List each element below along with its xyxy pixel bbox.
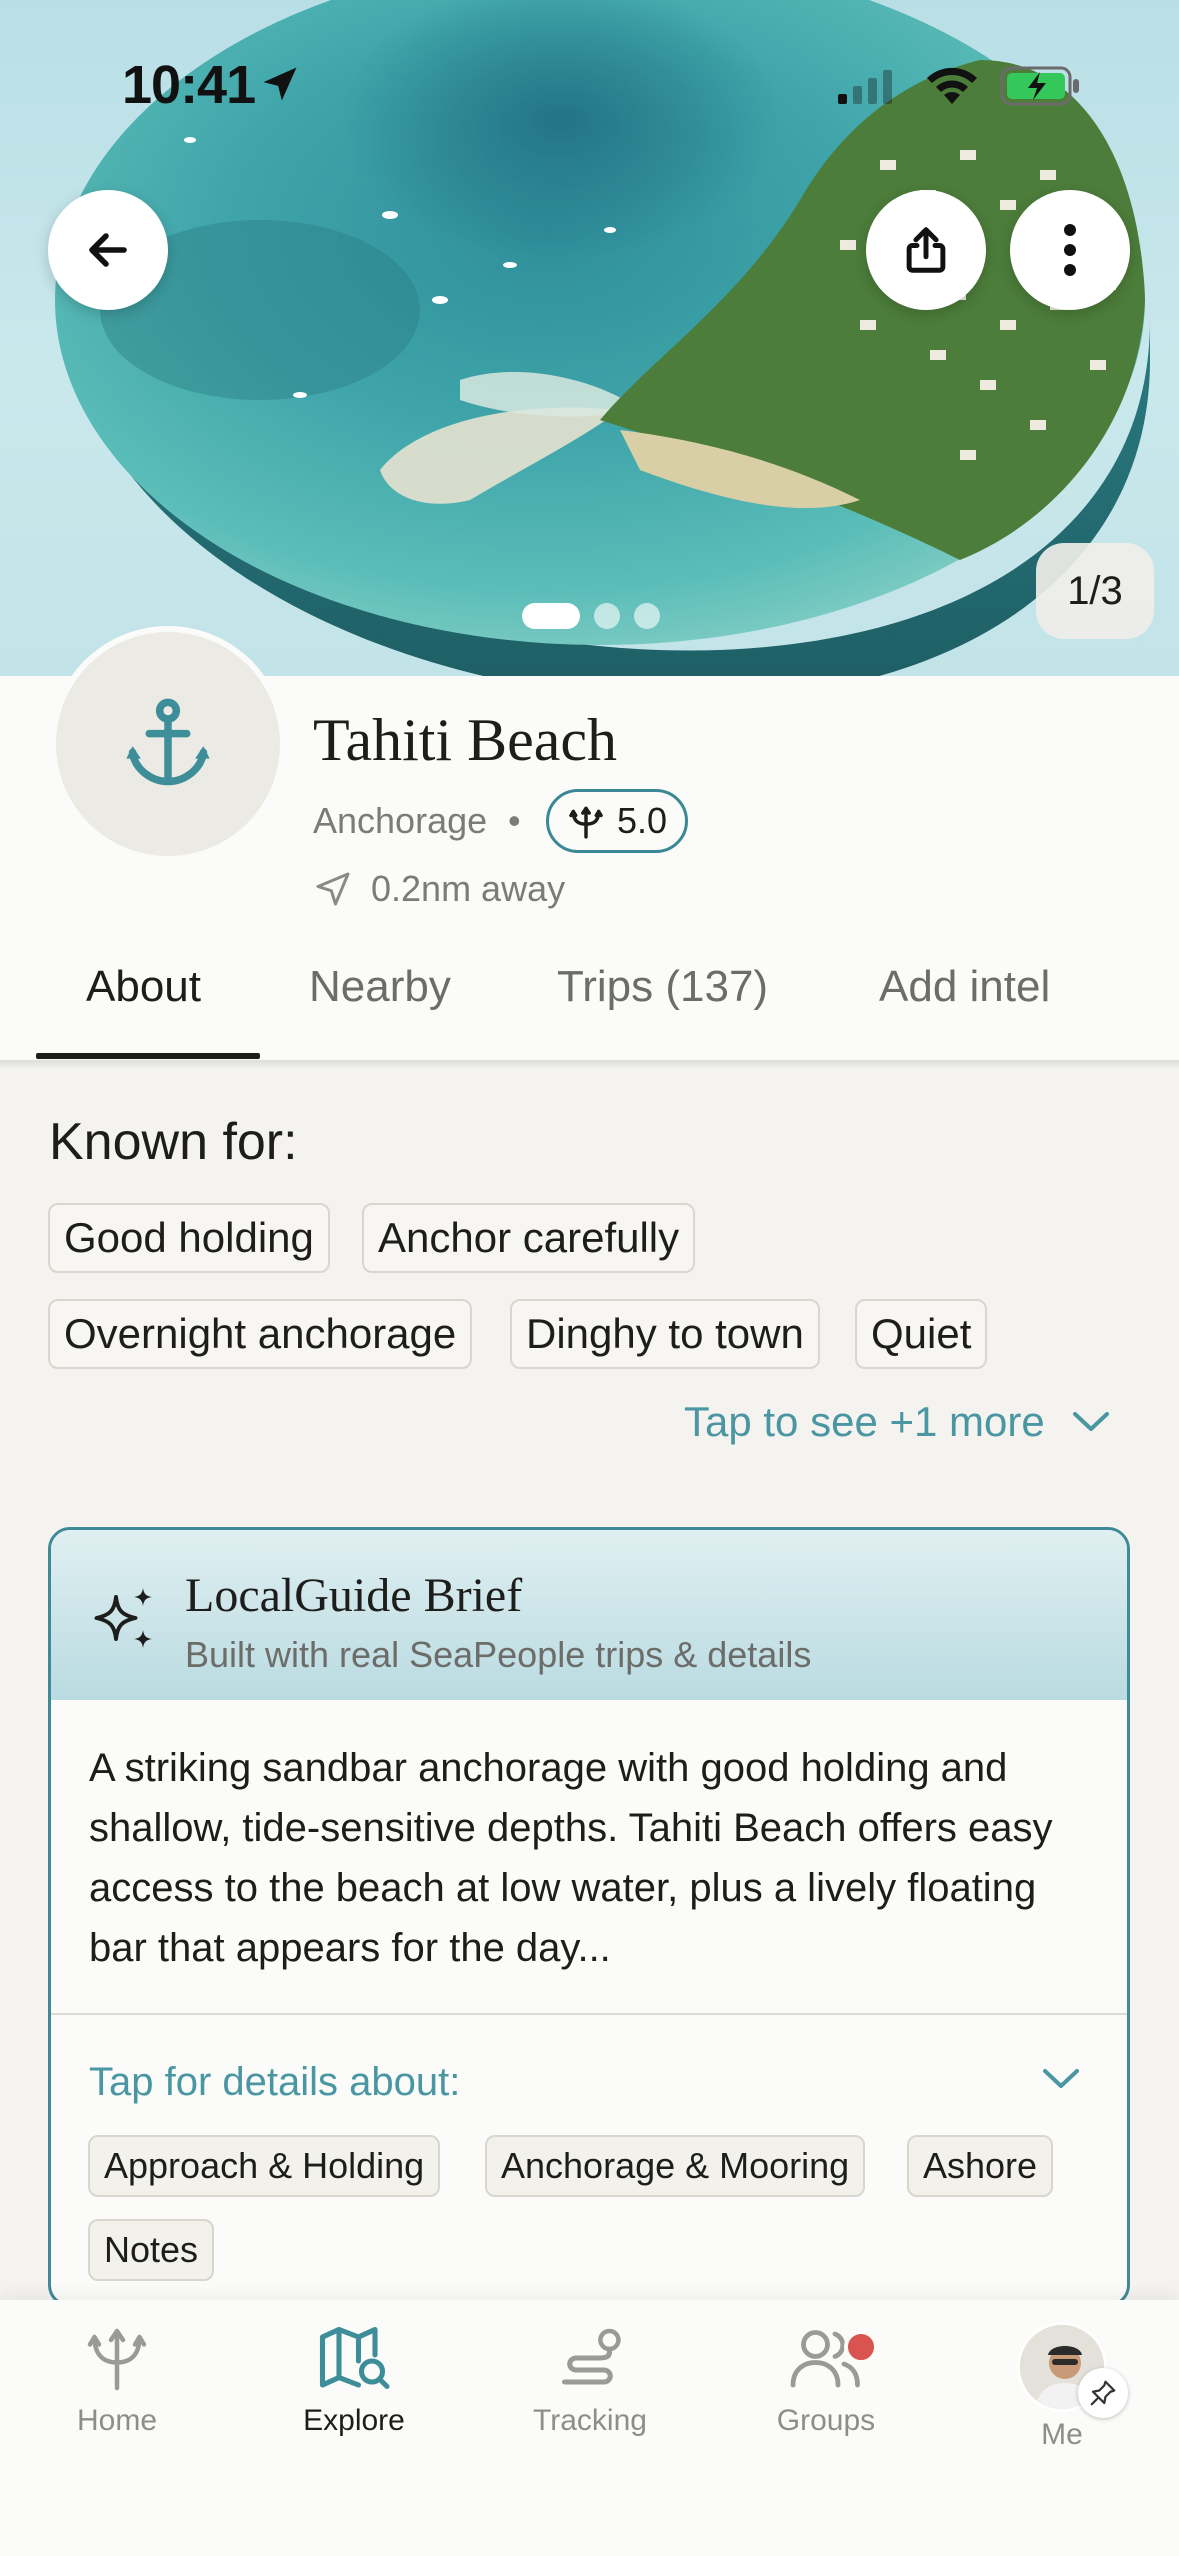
notification-badge [844, 2330, 878, 2364]
detail-chip[interactable]: Notes [88, 2219, 215, 2281]
location-arrow-icon [263, 67, 297, 101]
see-more-label: Tap to see +1 more [684, 1398, 1045, 1445]
place-type: Anchorage [313, 800, 488, 841]
tab-divider [0, 1060, 1179, 1070]
trident-icon [87, 2328, 147, 2391]
brief-divider [51, 2013, 1127, 2015]
known-for-chip[interactable]: Quiet [855, 1299, 988, 1369]
chevron-down-icon[interactable] [1041, 2066, 1081, 2092]
place-title: Tahiti Beach [313, 707, 618, 773]
nav-label: Home [76, 2404, 158, 2437]
known-for-chip[interactable]: Good holding [48, 1203, 330, 1273]
share-icon [906, 227, 946, 273]
detail-chip[interactable]: Approach & Holding [88, 2135, 441, 2197]
carousel-dot [634, 603, 660, 629]
known-for-chip[interactable]: Overnight anchorage [48, 1299, 473, 1369]
nav-label: Explore [303, 2404, 405, 2437]
tab-add-intel[interactable]: Add intel [879, 952, 1050, 1060]
place-avatar [50, 626, 286, 862]
sparkles-icon [94, 1588, 152, 1648]
separator-dot: • [508, 800, 521, 841]
more-vertical-icon [1064, 224, 1076, 276]
brief-body-text: A striking sandbar anchorage with good h… [89, 1746, 1053, 1970]
bottom-navigation: Home Explore Tracking Groups Me [0, 2300, 1179, 2556]
active-tab-indicator [36, 1053, 260, 1059]
brief-subtitle: Built with real SeaPeople trips & detail… [185, 1634, 812, 1675]
hero-image-carousel[interactable]: 10:41 1/3 [0, 0, 1179, 676]
distance-text: 0.2nm away [371, 868, 566, 909]
cellular-signal-icon [838, 70, 892, 104]
distance-row: 0.2nm away [313, 868, 565, 910]
nav-me[interactable]: Me [962, 2322, 1162, 2452]
nav-label: Groups [776, 2404, 876, 2437]
route-icon [561, 2328, 621, 2385]
rating-value: 5.0 [616, 800, 668, 841]
nav-explore[interactable]: Explore [254, 2322, 454, 2438]
share-button[interactable] [866, 190, 986, 310]
tab-trips[interactable]: Trips (137) [557, 952, 768, 1060]
status-time: 10:41 [122, 55, 256, 115]
known-for-chip[interactable]: Dinghy to town [510, 1299, 820, 1369]
detail-chip[interactable]: Ashore [907, 2135, 1054, 2197]
carousel-page-indicator [522, 603, 660, 629]
nav-tracking[interactable]: Tracking [490, 2322, 690, 2438]
brief-title: LocalGuide Brief [185, 1569, 523, 1622]
wifi-icon [927, 67, 977, 104]
brief-header: LocalGuide Brief Built with real SeaPeop… [51, 1530, 1127, 1700]
localguide-brief-card[interactable]: LocalGuide Brief Built with real SeaPeop… [48, 1527, 1130, 2307]
known-for-chip[interactable]: Anchor carefully [362, 1203, 696, 1273]
known-for-heading: Known for: [49, 1113, 298, 1171]
nav-groups[interactable]: Groups [726, 2322, 926, 2438]
more-options-button[interactable] [1010, 190, 1130, 310]
arrow-left-icon [89, 233, 127, 267]
carousel-dot [594, 603, 620, 629]
image-counter: 1/3 [1036, 543, 1154, 639]
tab-nearby[interactable]: Nearby [309, 952, 451, 1060]
pin-icon [1090, 2380, 1116, 2406]
see-more-link[interactable]: Tap to see +1 more [684, 1398, 1111, 1446]
tab-about[interactable]: About [86, 952, 201, 1060]
back-button[interactable] [48, 190, 168, 310]
nav-label: Tracking [533, 2404, 647, 2437]
chevron-down-icon [1072, 1412, 1109, 1431]
navigation-arrow-icon [316, 872, 350, 906]
status-bar: 10:41 [0, 0, 1179, 170]
pin-badge [1078, 2368, 1128, 2418]
details-toggle-label[interactable]: Tap for details about: [89, 2060, 460, 2105]
battery-charging-icon [1000, 66, 1079, 106]
nav-home[interactable]: Home [17, 2322, 217, 2438]
carousel-dot-active [522, 603, 580, 629]
rating-badge[interactable]: 5.0 [546, 789, 688, 853]
anchor-icon [126, 698, 210, 786]
detail-chip[interactable]: Anchorage & Mooring [485, 2135, 866, 2197]
tab-bar: About Nearby Trips (137) Add intel [0, 952, 1179, 1060]
map-search-icon [319, 2326, 390, 2390]
trident-icon [569, 806, 603, 839]
nav-label: Me [1041, 2418, 1083, 2451]
